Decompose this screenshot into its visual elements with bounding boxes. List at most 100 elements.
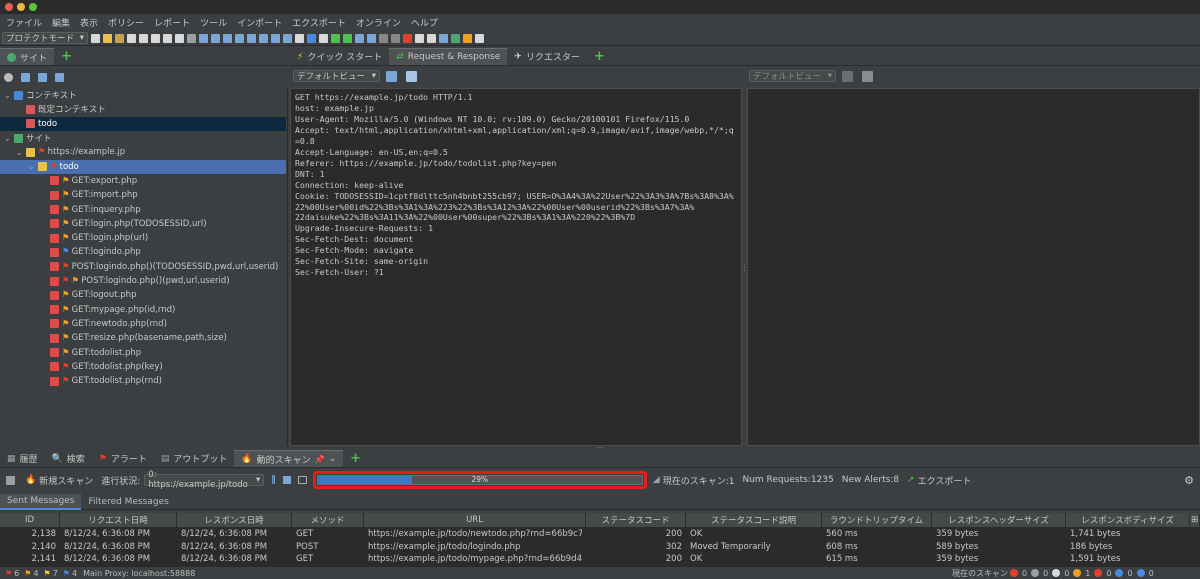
tree-item[interactable]: ⚑ GET:export.php — [0, 174, 286, 188]
split-horizontal-icon[interactable] — [842, 70, 853, 82]
tree-item[interactable]: ⌄ ⚑ https://example.jp — [0, 145, 286, 159]
tree-item[interactable]: ⌄ サイト — [0, 131, 286, 145]
column-header[interactable]: ステータスコード — [586, 513, 686, 527]
new-session-icon[interactable] — [91, 33, 100, 43]
chevron-down-icon[interactable]: ⌄ — [329, 454, 337, 464]
table-row[interactable]: 2,140 8/12/24, 6:36:08 PM 8/12/24, 6:36:08… — [0, 541, 1200, 553]
column-header[interactable]: ID — [0, 513, 60, 527]
minimize-window-button[interactable] — [17, 3, 25, 11]
tree-item[interactable]: ⚑ GET:login.php(TODOSESSID,url) — [0, 217, 286, 231]
tree-item[interactable]: ⚑ GET:inquery.php — [0, 202, 286, 216]
request-view-select[interactable]: デフォルトビュー ▾ — [293, 70, 380, 82]
new-scan-button[interactable]: 新規スキャン — [39, 474, 93, 487]
column-header[interactable]: レスポンス日時 — [177, 513, 292, 527]
tree-item[interactable]: 既定コンテキスト — [0, 102, 286, 116]
tree-item[interactable]: ⚑ GET:import.php — [0, 188, 286, 202]
add-work-tab-button[interactable]: + — [587, 48, 612, 65]
report-icon[interactable] — [439, 33, 448, 43]
tab-sent-messages[interactable]: Sent Messages — [0, 493, 82, 510]
split-vertical-icon[interactable] — [406, 70, 417, 82]
options-icon[interactable] — [297, 476, 307, 484]
tree-item[interactable]: ⚑ GET:mypage.php(id,rnd) — [0, 303, 286, 317]
pin-icon[interactable]: 📌 — [315, 455, 325, 464]
mode-select[interactable]: プロテクトモード ▾ — [2, 32, 88, 44]
skip-icon[interactable] — [379, 33, 388, 43]
column-header[interactable]: リクエスト日時 — [60, 513, 177, 527]
tree-item[interactable]: ⚑ GET:logindo.php — [0, 245, 286, 259]
layout-5-icon[interactable] — [247, 33, 256, 43]
marketplace-icon[interactable] — [451, 33, 460, 43]
table-row[interactable]: 2,141 8/12/24, 6:36:08 PM 8/12/24, 6:36:08… — [0, 553, 1200, 565]
tree-item[interactable]: ⚑ GET:todolist.php(rnd) — [0, 374, 286, 388]
step-back-icon[interactable] — [355, 33, 364, 43]
split-horizontal-icon[interactable] — [386, 70, 397, 82]
column-header[interactable]: レスポンスヘッダーサイズ — [932, 513, 1066, 527]
tab-requester[interactable]: ✈ リクエスター — [507, 48, 587, 65]
layout-7-icon[interactable] — [271, 33, 280, 43]
breakpoint-icon[interactable] — [319, 33, 328, 43]
tab-sites[interactable]: サイト — [0, 48, 55, 65]
layout-6-icon[interactable] — [259, 33, 268, 43]
menu-export[interactable]: エクスポート — [292, 16, 346, 29]
menu-tools[interactable]: ツール — [200, 16, 227, 29]
browser-icon[interactable] — [463, 33, 472, 43]
tab-active-scan[interactable]: 🔥 動的スキャン 📌 ⌄ — [234, 450, 344, 467]
options-icon[interactable] — [151, 33, 160, 43]
menu-report[interactable]: レポート — [154, 16, 190, 29]
tab-output[interactable]: ▤ アウトプット — [154, 450, 235, 467]
add-bottom-tab-button[interactable]: + — [343, 450, 368, 467]
tree-item[interactable]: ⚑ GET:newtodo.php(rnd) — [0, 317, 286, 331]
tab-request-response[interactable]: ⇄ Request & Response — [389, 48, 508, 65]
tab-filtered-messages[interactable]: Filtered Messages — [81, 494, 175, 510]
export-button[interactable]: エクスポート — [918, 474, 972, 487]
maximize-window-button[interactable] — [29, 3, 37, 11]
close-window-button[interactable] — [5, 3, 13, 11]
chevron-down-icon[interactable]: ⌄ — [4, 134, 14, 143]
drop-icon[interactable] — [367, 33, 376, 43]
column-header[interactable]: レスポンスボディサイズ — [1066, 513, 1190, 527]
tab-history[interactable]: ▦ 履歴 — [0, 450, 45, 467]
tree-item[interactable]: ⚑ GET:todolist.php(key) — [0, 360, 286, 374]
menu-policy[interactable]: ポリシー — [108, 16, 144, 29]
menu-view[interactable]: 表示 — [80, 16, 98, 29]
tree-item[interactable]: ⚑ GET:login.php(url) — [0, 231, 286, 245]
menu-file[interactable]: ファイル — [6, 16, 42, 29]
scope-icon[interactable] — [295, 33, 304, 43]
table-row[interactable]: 2,138 8/12/24, 6:36:08 PM 8/12/24, 6:36:08… — [0, 528, 1200, 540]
chevron-down-icon[interactable]: ⌄ — [4, 91, 14, 100]
gear-icon[interactable]: ⚙ — [1184, 474, 1194, 487]
column-header[interactable]: ラウンドトリップタイム — [822, 513, 932, 527]
menu-edit[interactable]: 編集 — [52, 16, 70, 29]
response-view-select[interactable]: デフォルトビュー ▾ — [749, 70, 836, 82]
stop-icon[interactable] — [282, 476, 291, 484]
menu-help[interactable]: ヘルプ — [411, 16, 438, 29]
split-vertical-icon[interactable] — [862, 70, 873, 82]
delete-icon[interactable] — [403, 33, 412, 43]
layout-4-icon[interactable] — [235, 33, 244, 43]
column-header[interactable]: URL — [364, 513, 586, 527]
new-context-icon[interactable] — [21, 72, 30, 82]
tree-item[interactable]: ⚑ GET:todolist.php — [0, 345, 286, 359]
column-picker-icon[interactable]: ⊞ — [1190, 513, 1200, 527]
hud-icon[interactable] — [307, 33, 316, 43]
tree-item[interactable]: todo — [0, 116, 286, 131]
tree-item[interactable]: ⚑ GET:resize.php(basename,path,size) — [0, 331, 286, 345]
open-in-browser-icon[interactable] — [163, 33, 172, 43]
request-editor[interactable]: GET https://example.jp/todo HTTP/1.1 host… — [290, 88, 742, 446]
layout-1-icon[interactable] — [199, 33, 208, 43]
layout-2-icon[interactable] — [211, 33, 220, 43]
save-session-icon[interactable] — [115, 33, 124, 43]
import-context-icon[interactable] — [38, 72, 47, 82]
show-all-tabs-icon[interactable] — [187, 33, 196, 43]
session-properties-icon[interactable] — [139, 33, 148, 43]
toggle-tab-icon[interactable] — [175, 33, 184, 43]
help-icon[interactable] — [475, 33, 484, 43]
column-header[interactable]: メソッド — [292, 513, 364, 527]
tree-item[interactable]: ⌄ ⚑ todo — [0, 159, 286, 174]
menu-online[interactable]: オンライン — [356, 16, 401, 29]
pause-icon[interactable]: ∥ — [271, 475, 276, 485]
stop-icon[interactable] — [391, 33, 400, 43]
open-session-icon[interactable] — [103, 33, 112, 43]
manage-addons-icon[interactable] — [427, 33, 436, 43]
chevron-down-icon[interactable]: ⌄ — [16, 148, 26, 157]
